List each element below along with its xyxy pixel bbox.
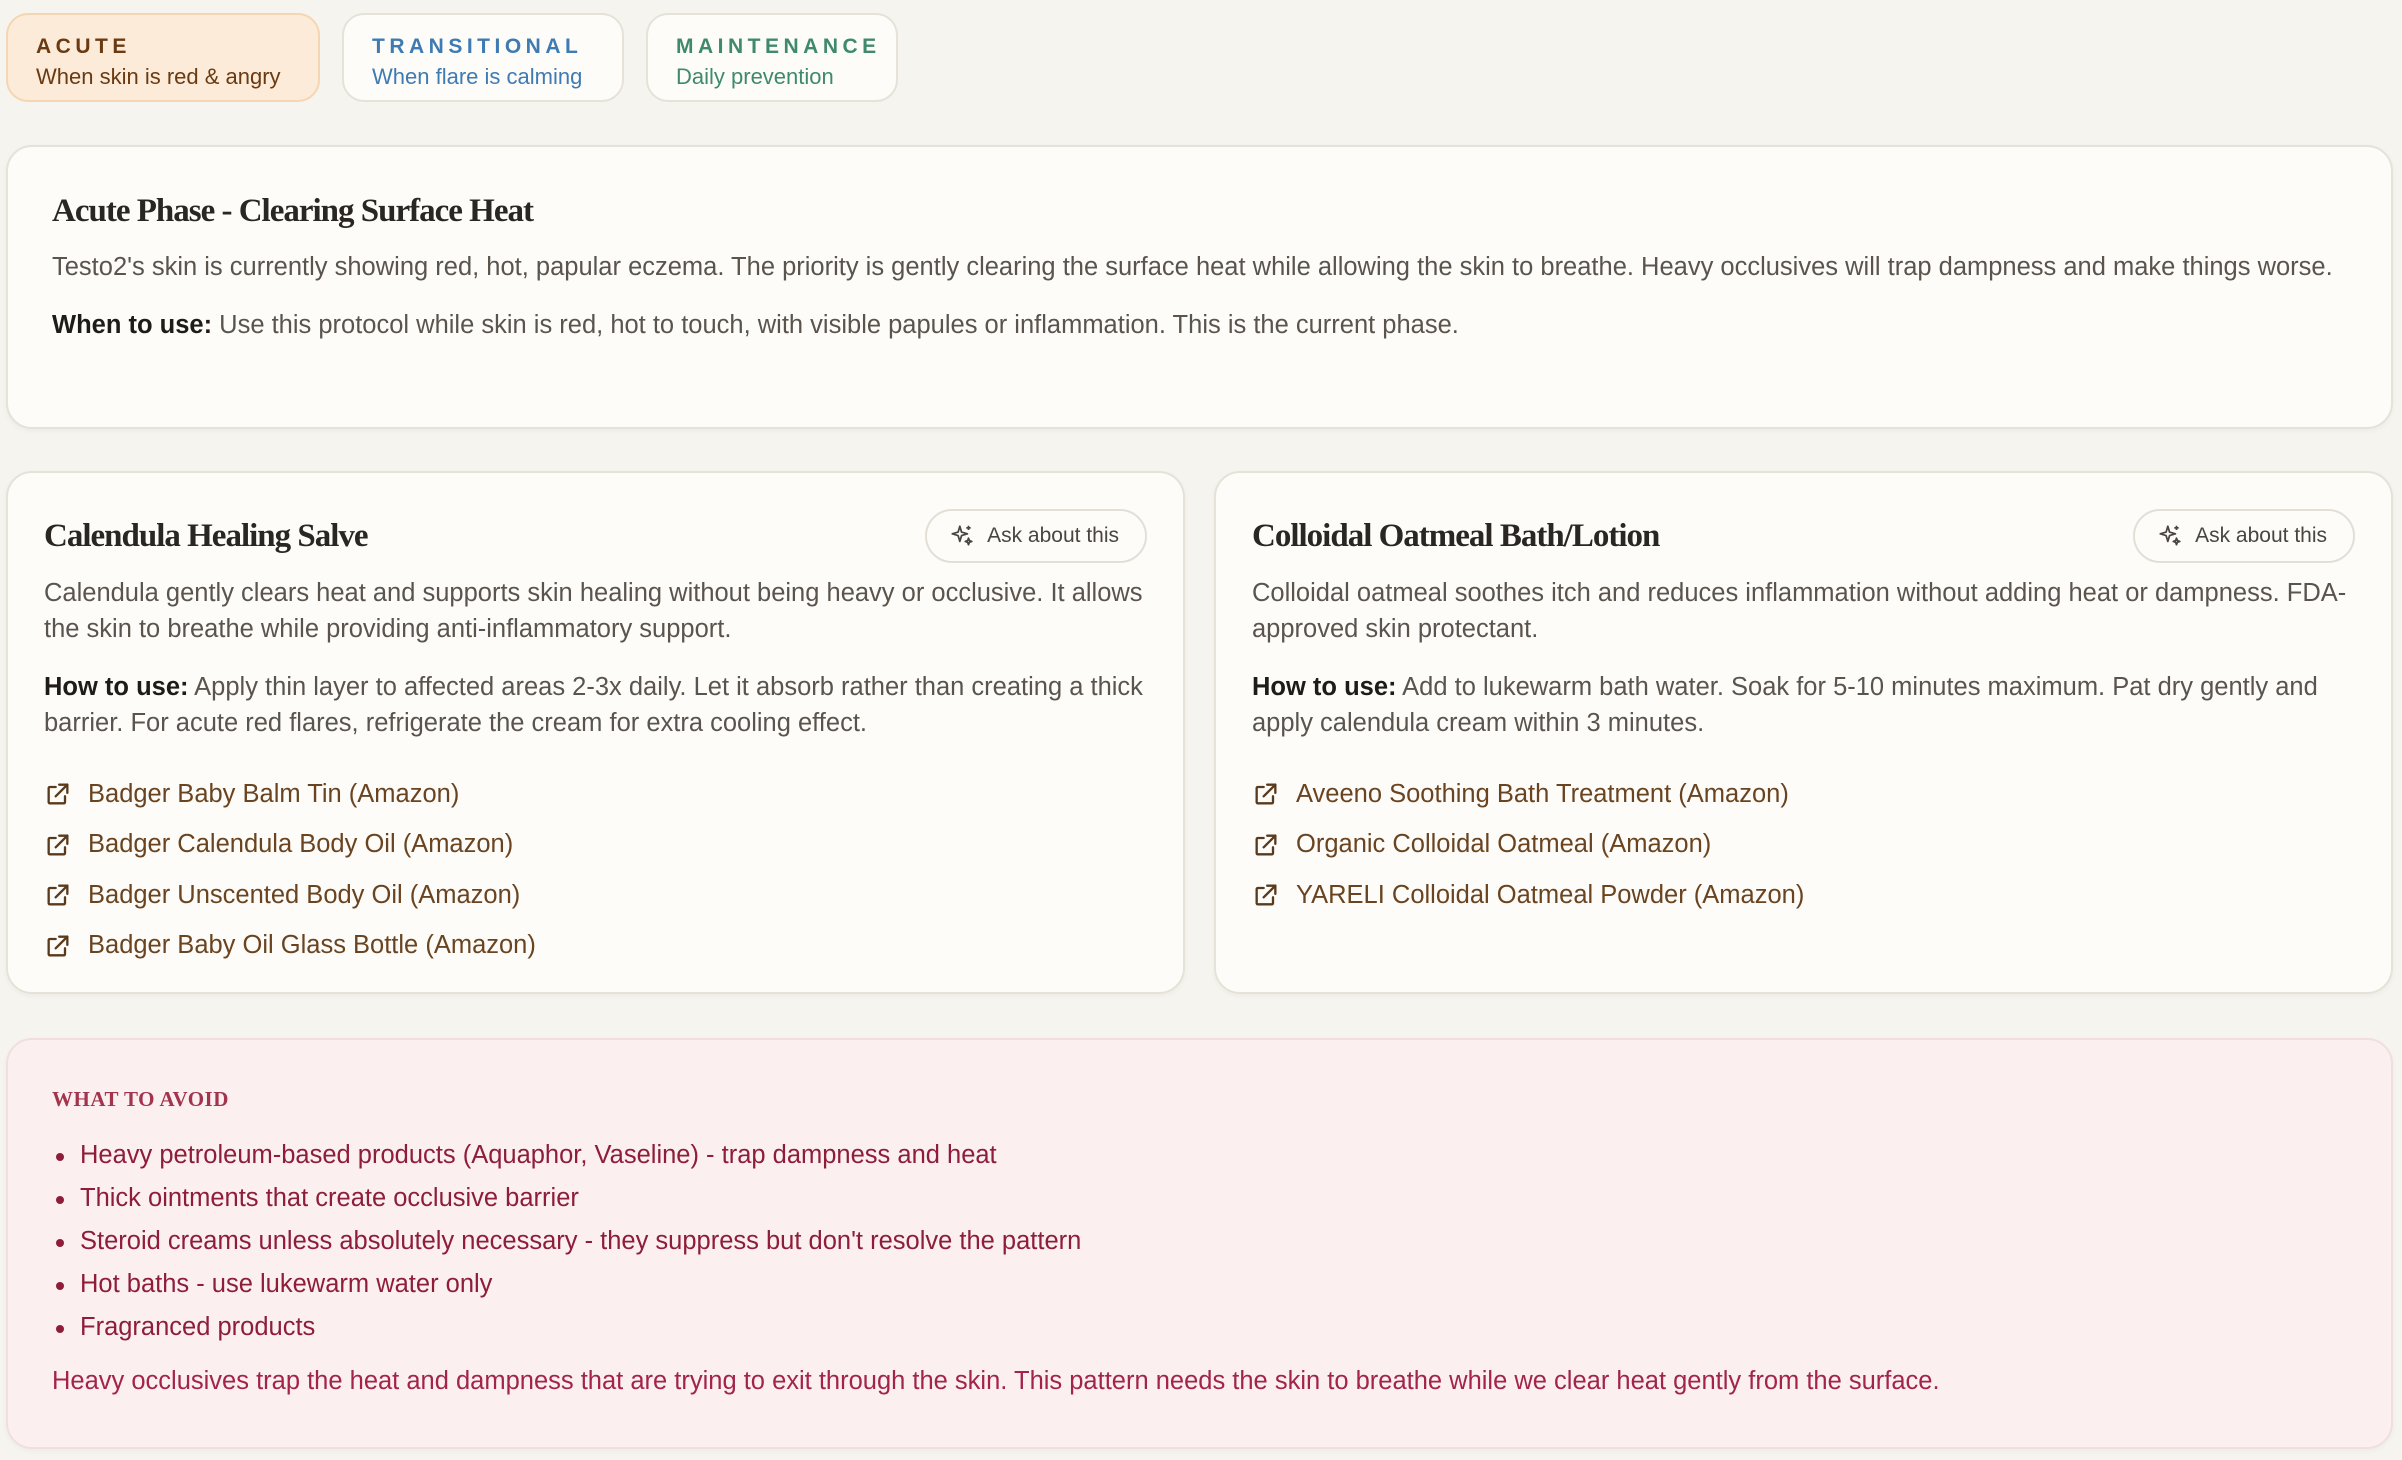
product-card-header: Colloidal Oatmeal Bath/Lotion Ask about … [1252, 509, 2355, 563]
external-link-icon [1255, 884, 1277, 906]
avoid-item: Hot baths - use lukewarm water only [52, 1263, 2347, 1306]
howto-label: How to use: [1252, 673, 1397, 701]
sparkles-icon [2159, 525, 2181, 546]
product-link[interactable]: Badger Unscented Body Oil (Amazon) [44, 870, 1147, 921]
when-label: When to use: [52, 311, 213, 339]
product-link[interactable]: Badger Calendula Body Oil (Amazon) [44, 820, 1147, 871]
external-link-icon [47, 935, 69, 957]
avoid-list: Heavy petroleum-based products (Aquaphor… [52, 1134, 2347, 1349]
phase-title: Acute Phase - Clearing Surface Heat [52, 193, 534, 229]
product-link[interactable]: Organic Colloidal Oatmeal (Amazon) [1252, 820, 2355, 871]
product-how-to-use: How to use: Add to lukewarm bath water. … [1252, 669, 2355, 741]
tab-transitional-name: TRANSITIONAL [372, 35, 583, 58]
phase-when-to-use: When to use: Use this protocol while ski… [52, 307, 2349, 343]
tab-acute-subtitle: When skin is red & angry [36, 64, 281, 89]
phase-description: Testo2's skin is currently showing red, … [52, 253, 2333, 281]
product-description: Calendula gently clears heat and support… [44, 579, 1143, 643]
product-link-label: YARELI Colloidal Oatmeal Powder (Amazon) [1296, 880, 1805, 909]
product-link-label: Badger Baby Balm Tin (Amazon) [88, 779, 460, 808]
tab-transitional[interactable]: TRANSITIONAL When flare is calming [342, 13, 624, 102]
avoid-title: WHAT TO AVOID [52, 1087, 229, 1111]
external-link-icon [47, 834, 69, 856]
product-link-label: Badger Unscented Body Oil (Amazon) [88, 880, 521, 909]
avoid-item: Fragranced products [52, 1306, 2347, 1349]
what-to-avoid-card: WHAT TO AVOID Heavy petroleum-based prod… [6, 1038, 2393, 1449]
product-description: Colloidal oatmeal soothes itch and reduc… [1252, 579, 2347, 643]
tab-maintenance-name: MAINTENANCE [676, 35, 881, 58]
ask-about-label: Ask about this [987, 524, 1119, 547]
product-link-label: Organic Colloidal Oatmeal (Amazon) [1296, 830, 1712, 859]
external-link-icon [1255, 783, 1277, 805]
external-link-icon [1255, 834, 1277, 856]
ask-about-button[interactable]: Ask about this [925, 509, 1147, 563]
product-title: Calendula Healing Salve [44, 518, 369, 554]
product-link-label: Badger Baby Oil Glass Bottle (Amazon) [88, 931, 536, 960]
product-link[interactable]: Aveeno Soothing Bath Treatment (Amazon) [1252, 769, 2355, 820]
product-link[interactable]: Badger Baby Balm Tin (Amazon) [44, 769, 1147, 820]
tab-acute-name: ACUTE [36, 35, 131, 58]
avoid-item: Heavy petroleum-based products (Aquaphor… [52, 1134, 2347, 1177]
ask-about-label: Ask about this [2195, 524, 2327, 547]
product-links: Badger Baby Balm Tin (Amazon) Badger Cal… [44, 769, 1147, 971]
howto-text: Add to lukewarm bath water. Soak for 5-1… [1252, 673, 2318, 737]
phase-intro-card: Acute Phase - Clearing Surface Heat Test… [6, 145, 2393, 429]
product-link[interactable]: Badger Baby Oil Glass Bottle (Amazon) [44, 921, 1147, 972]
ask-about-button[interactable]: Ask about this [2133, 509, 2355, 563]
tab-transitional-subtitle: When flare is calming [372, 64, 583, 89]
tab-maintenance[interactable]: MAINTENANCE Daily prevention [646, 13, 898, 102]
avoid-note: Heavy occlusives trap the heat and dampn… [52, 1367, 1940, 1395]
avoid-item: Thick ointments that create occlusive ba… [52, 1177, 2347, 1220]
external-link-icon [47, 884, 69, 906]
external-link-icon [47, 783, 69, 805]
product-link-label: Aveeno Soothing Bath Treatment (Amazon) [1296, 779, 1789, 808]
product-link-label: Badger Calendula Body Oil (Amazon) [88, 830, 514, 859]
product-card-calendula: Calendula Healing Salve Ask about this C… [6, 471, 1185, 994]
product-card-oatmeal: Colloidal Oatmeal Bath/Lotion Ask about … [1214, 471, 2393, 994]
product-how-to-use: How to use: Apply thin layer to affected… [44, 669, 1147, 741]
tab-maintenance-subtitle: Daily prevention [676, 64, 834, 89]
product-link[interactable]: YARELI Colloidal Oatmeal Powder (Amazon) [1252, 870, 2355, 921]
phase-tabs: ACUTE When skin is red & angry TRANSITIO… [6, 13, 898, 102]
product-card-header: Calendula Healing Salve Ask about this [44, 509, 1147, 563]
tab-acute[interactable]: ACUTE When skin is red & angry [6, 13, 320, 102]
avoid-item: Steroid creams unless absolutely necessa… [52, 1220, 2347, 1263]
when-text: Use this protocol while skin is red, hot… [212, 311, 1459, 339]
howto-label: How to use: [44, 673, 189, 701]
product-title: Colloidal Oatmeal Bath/Lotion [1252, 518, 1660, 554]
product-links: Aveeno Soothing Bath Treatment (Amazon) … [1252, 769, 2355, 921]
sparkles-icon [951, 525, 973, 546]
howto-text: Apply thin layer to affected areas 2-3x … [44, 673, 1143, 737]
